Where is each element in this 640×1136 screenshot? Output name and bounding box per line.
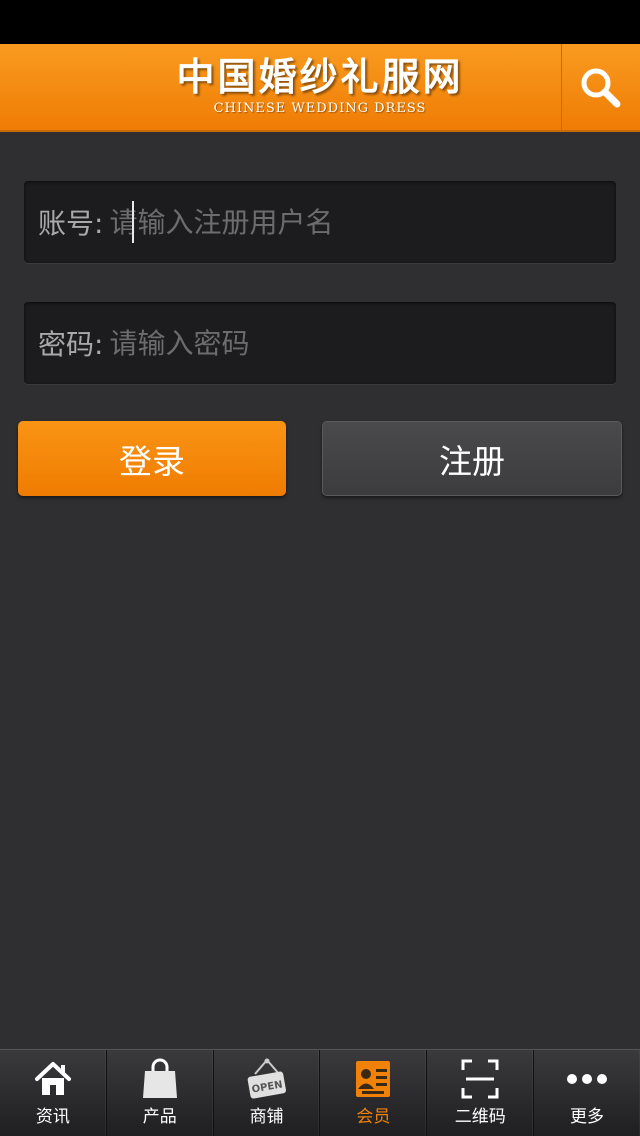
tab-label: 会员 [356,1107,391,1127]
search-icon [581,68,621,108]
member-card-icon [351,1057,395,1101]
tab-label: 资讯 [35,1107,70,1127]
qr-scan-icon [458,1057,502,1101]
password-field: 密码: [24,302,616,384]
tab-label: 二维码 [454,1107,506,1127]
tab-products[interactable]: 产品 [107,1050,214,1136]
account-field: 账号: [24,181,616,263]
tab-news[interactable]: 资讯 [0,1050,107,1136]
more-icon [565,1057,609,1101]
tab-qr-code[interactable]: 二维码 [427,1050,535,1136]
logo-title: 中国婚纱礼服网 [176,55,464,99]
open-sign-icon: OPEN [245,1057,289,1101]
site-logo: 中国婚纱礼服网 CHINESE WEDDING DRESS [150,54,490,124]
bottom-tab-bar: 资讯 产品 OPEN 商铺 会员 二维码 更多 [0,1049,640,1136]
account-label: 账号: [38,207,104,240]
shopping-bag-icon [138,1057,182,1101]
status-bar [0,0,640,44]
tab-label: 更多 [570,1107,605,1127]
account-input[interactable] [109,192,602,252]
home-icon [31,1057,75,1101]
tab-shops[interactable]: OPEN 商铺 [214,1050,321,1136]
password-label: 密码: [38,328,104,361]
text-caret [132,201,134,243]
logo-subtitle: CHINESE WEDDING DRESS [213,101,427,116]
app-header: 中国婚纱礼服网 CHINESE WEDDING DRESS [0,44,640,132]
register-button[interactable]: 注册 [322,421,622,496]
tab-more[interactable]: 更多 [534,1050,640,1136]
tab-label: 产品 [142,1107,177,1127]
search-button[interactable] [562,44,640,132]
password-input[interactable] [109,313,602,373]
tab-label: 商铺 [249,1107,284,1127]
login-button[interactable]: 登录 [18,421,286,496]
tab-member[interactable]: 会员 [320,1050,428,1136]
